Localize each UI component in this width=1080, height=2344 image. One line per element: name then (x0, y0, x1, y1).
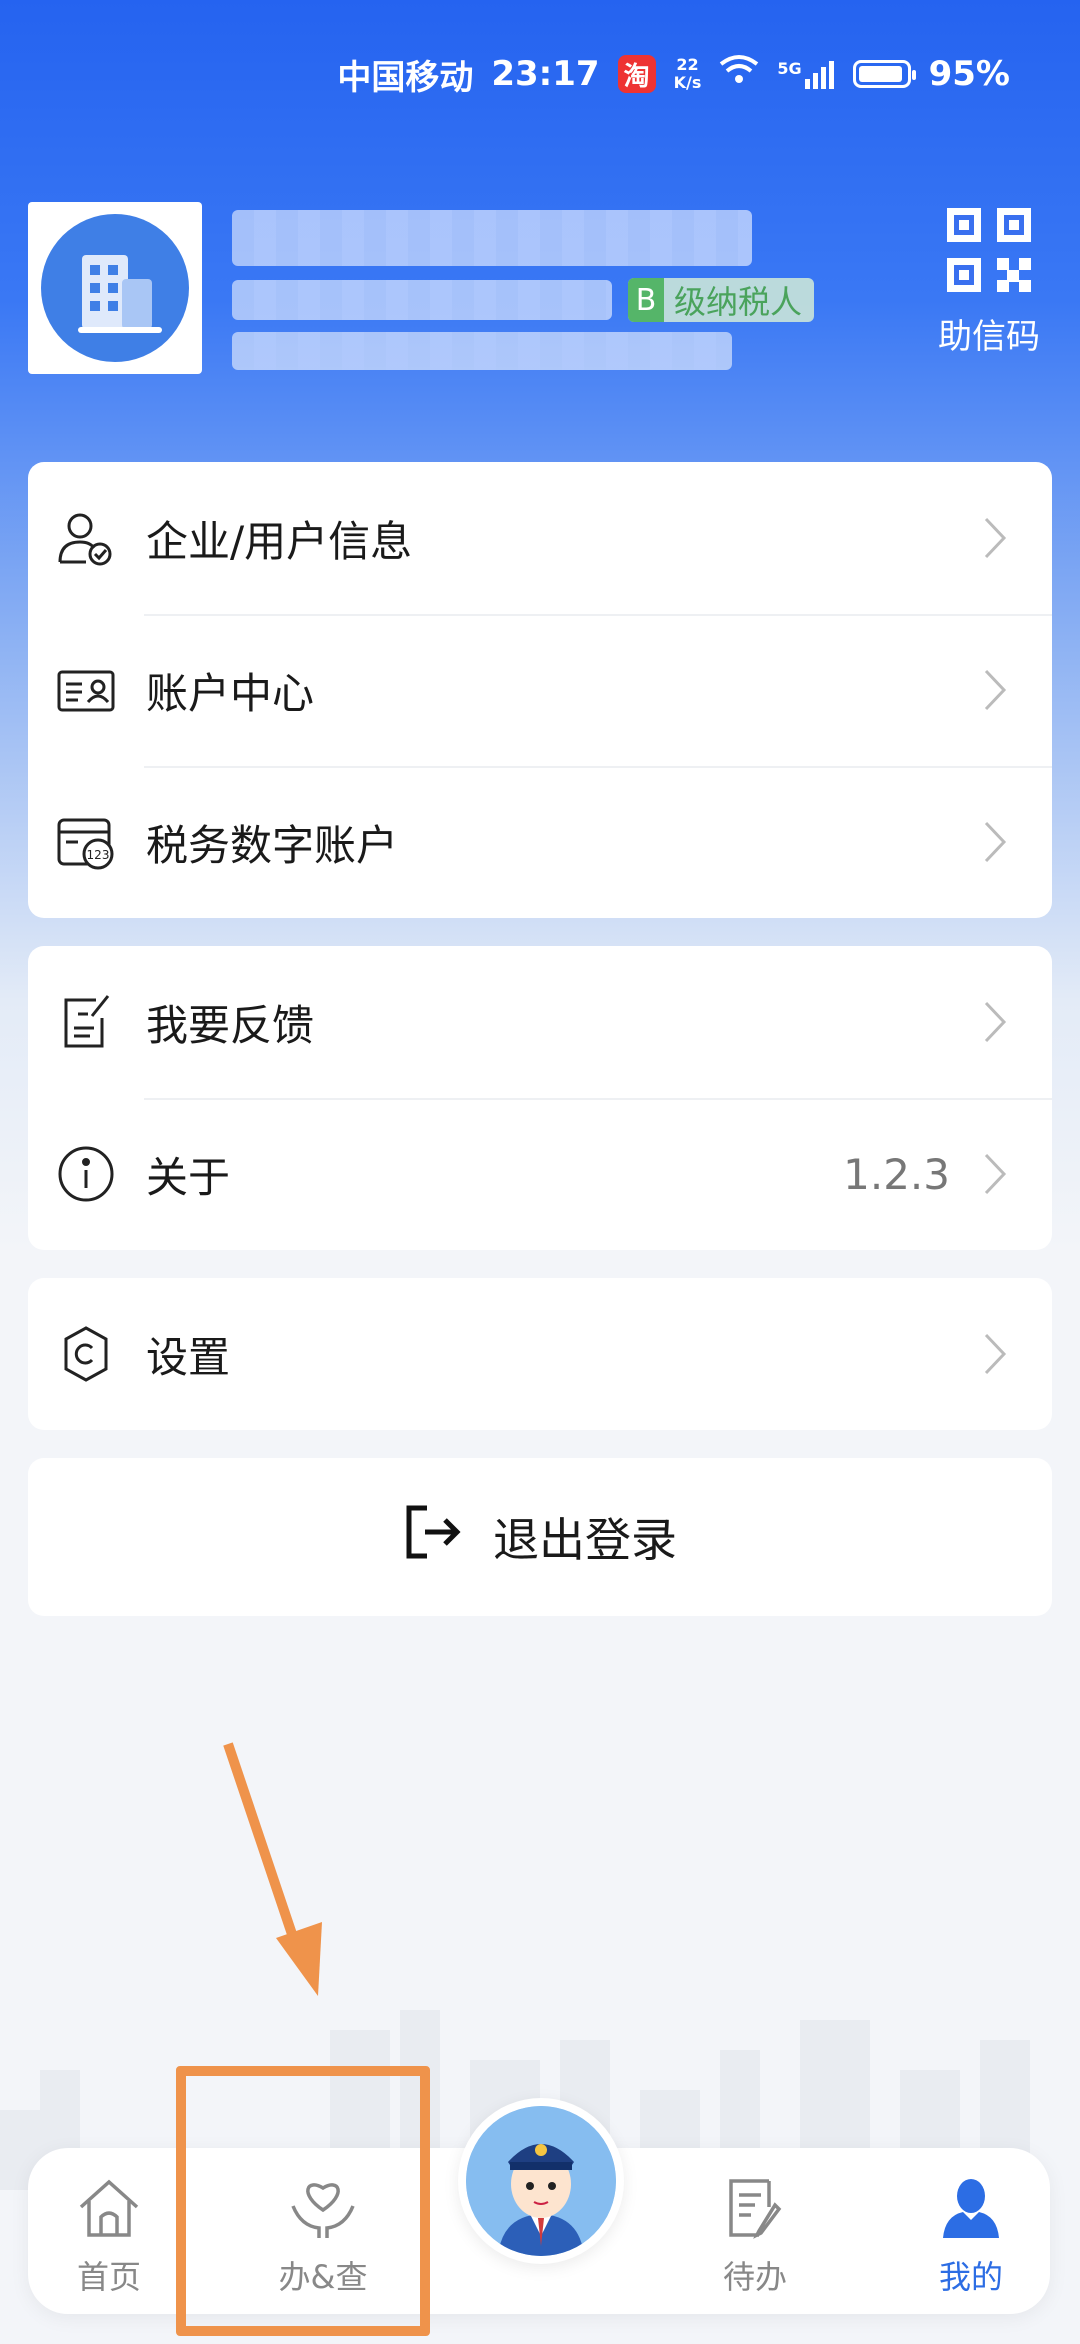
annotation-highlight-box (176, 2066, 430, 2336)
todo-icon (720, 2176, 790, 2240)
network-speed: 22 K/s (674, 56, 702, 92)
tax-officer-avatar-icon (466, 2106, 616, 2256)
status-bar: 中国移动 23:17 淘 22 K/s 5G 95% (337, 48, 1010, 100)
user-name-redacted (232, 332, 732, 370)
logout-icon (403, 1502, 463, 1573)
taxpayer-level-badge: B 级纳税人 (628, 278, 815, 322)
feedback-icon (56, 992, 116, 1052)
carrier-label: 中国移动 (337, 57, 474, 98)
company-name-redacted (232, 210, 752, 266)
network-speed-value: 22 (676, 55, 699, 74)
assistant-avatar-button[interactable] (458, 2098, 624, 2264)
menu-item-settings[interactable]: 设置 (28, 1278, 1052, 1430)
menu-item-label: 账户中心 (146, 668, 315, 718)
battery-icon (852, 60, 916, 88)
person-icon (936, 2176, 1006, 2240)
menu-item-feedback[interactable]: 我要反馈 (28, 946, 1052, 1098)
taxpayer-id-redacted (232, 280, 612, 320)
tab-home[interactable]: 首页 (34, 2176, 184, 2298)
qr-code-icon (947, 208, 1031, 301)
battery-percent: 95% (928, 54, 1010, 94)
home-icon (74, 2176, 144, 2240)
clock: 23:17 (491, 54, 600, 94)
network-type: 5G (777, 59, 802, 78)
network-speed-unit: K/s (673, 73, 702, 92)
settings-card: 设置 (28, 1278, 1052, 1430)
menu-item-label: 关于 (146, 1152, 231, 1202)
logout-label: 退出登录 (493, 1513, 677, 1567)
account-menu-card: 企业/用户信息 账户中心 123 税务数字账户 (28, 462, 1052, 918)
digital-account-icon: 123 (56, 812, 116, 872)
menu-item-account-center[interactable]: 账户中心 (28, 614, 1052, 766)
qr-code-button[interactable]: 助信码 (938, 208, 1040, 358)
menu-item-enterprise-info[interactable]: 企业/用户信息 (28, 462, 1052, 614)
chevron-right-icon (978, 508, 1012, 568)
menu-item-about[interactable]: 关于 1.2.3 (28, 1098, 1052, 1250)
settings-icon (56, 1324, 116, 1384)
id-card-icon (56, 660, 116, 720)
menu-item-label: 税务数字账户 (146, 820, 399, 870)
taxpayer-level-text: 级纳税人 (674, 283, 803, 321)
menu-item-label: 企业/用户信息 (146, 516, 413, 566)
tab-todo-label: 待办 (722, 2258, 787, 2296)
annotation-arrow (223, 1742, 322, 1996)
tab-home-label: 首页 (76, 2258, 141, 2296)
menu-item-label: 设置 (146, 1332, 231, 1382)
support-menu-card: 我要反馈 关于 1.2.3 (28, 946, 1052, 1250)
chevron-right-icon (978, 1144, 1012, 1204)
chevron-right-icon (978, 992, 1012, 1052)
chevron-right-icon (978, 812, 1012, 872)
info-icon (56, 1144, 116, 1204)
menu-item-label: 我要反馈 (146, 1000, 315, 1050)
user-check-icon (56, 508, 116, 568)
logout-button[interactable]: 退出登录 (28, 1458, 1052, 1616)
tab-mine[interactable]: 我的 (896, 2176, 1046, 2298)
tab-mine-label: 我的 (938, 2258, 1003, 2296)
building-icon (41, 214, 189, 362)
chevron-right-icon (978, 660, 1012, 720)
company-logo (28, 202, 202, 374)
signal-icon: 5G (777, 59, 834, 89)
tab-todo[interactable]: 待办 (680, 2176, 830, 2298)
taobao-notification-icon: 淘 (617, 55, 656, 93)
app-version: 1.2.3 (843, 1149, 950, 1199)
wifi-icon (719, 54, 759, 95)
chevron-right-icon (978, 1324, 1012, 1384)
taxpayer-level-letter: B (628, 278, 664, 322)
menu-item-tax-digital-account[interactable]: 123 税务数字账户 (28, 766, 1052, 918)
svg-text:123: 123 (87, 848, 110, 862)
qr-code-label: 助信码 (938, 317, 1040, 357)
